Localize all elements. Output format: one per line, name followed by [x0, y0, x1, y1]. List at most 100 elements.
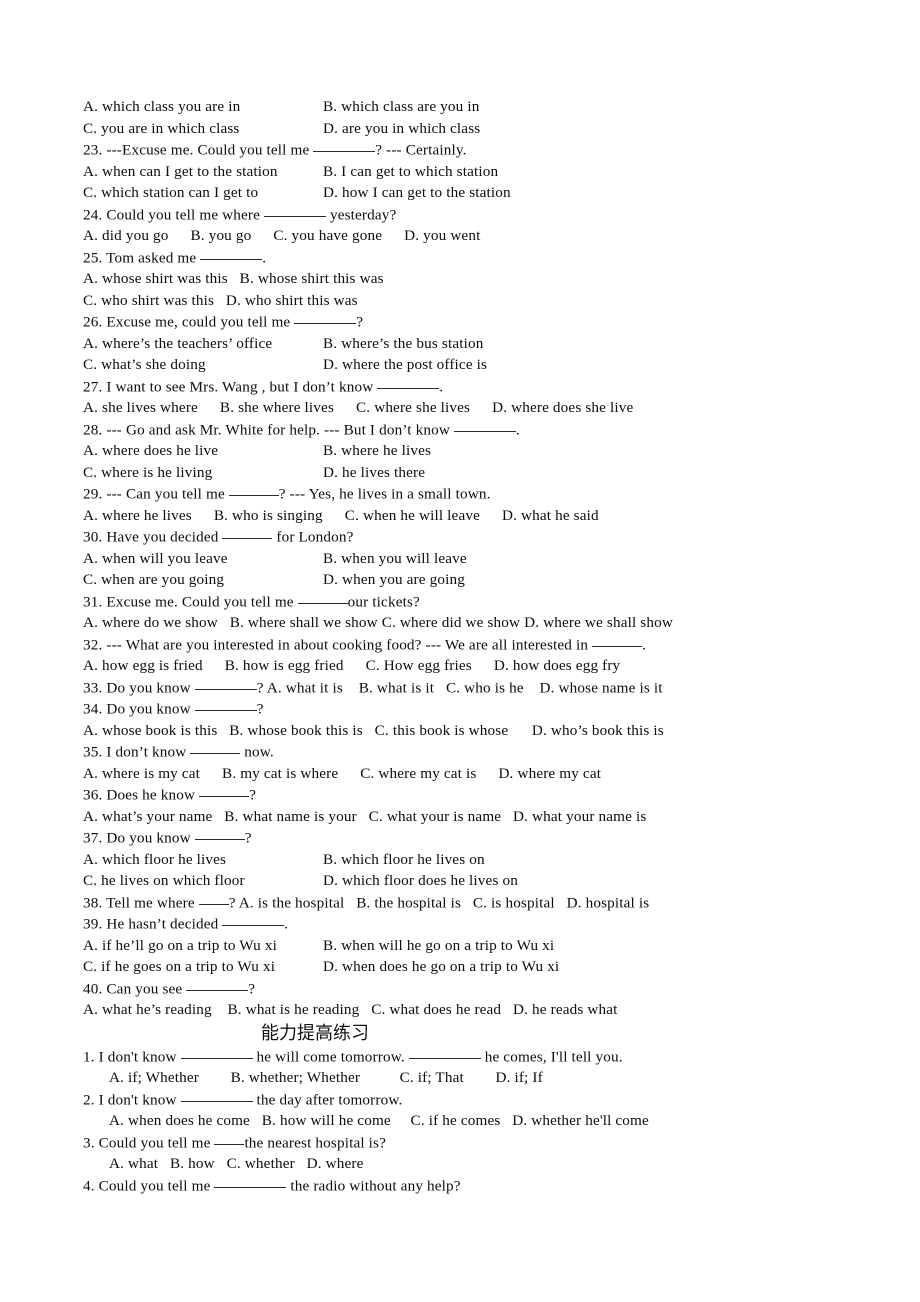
option-row[interactable]: C. who shirt was this D. who shirt this …	[83, 290, 873, 312]
option-row[interactable]: A. what’s your name B. what name is your…	[83, 806, 873, 828]
option-choice[interactable]: D. when does he go on a trip to Wu xi	[323, 958, 559, 975]
fill-in-blank[interactable]	[453, 419, 516, 432]
question-options[interactable]: ? A. what it is B. what is it C. who is …	[257, 679, 663, 696]
option-choice[interactable]: D. what he said	[502, 507, 599, 524]
option-row[interactable]: A. when does he come B. how will he come…	[83, 1110, 873, 1132]
question-line: 36. Does he know ?	[83, 784, 873, 806]
option-choice[interactable]: B. she where lives	[220, 399, 334, 416]
fill-in-blank[interactable]	[186, 978, 249, 991]
option-choice[interactable]: A. when will you leave	[83, 548, 323, 570]
question-text: the nearest hospital is?	[244, 1133, 386, 1151]
fill-in-blank[interactable]	[222, 526, 273, 540]
option-choice[interactable]: C. How egg fries	[366, 657, 472, 674]
fill-in-blank[interactable]	[200, 247, 263, 260]
fill-in-blank[interactable]	[190, 741, 241, 755]
option-choice[interactable]: A. if he’ll go on a trip to Wu xi	[83, 935, 323, 957]
question-line: 28. --- Go and ask Mr. White for help. -…	[83, 419, 873, 441]
option-choice[interactable]: D. how does egg fry	[494, 657, 620, 674]
section-heading: 能力提高练习	[261, 1022, 369, 1044]
option-choice[interactable]: B. which floor he lives on	[323, 851, 485, 868]
question-text: ?	[356, 313, 364, 331]
option-choice[interactable]: D. where the post office is	[323, 356, 487, 373]
option-choice[interactable]: C. if he goes on a trip to Wu xi	[83, 956, 323, 978]
option-row[interactable]: A. what B. how C. whether D. where	[83, 1153, 873, 1175]
question-line: 37. Do you know ?	[83, 827, 873, 849]
option-choice[interactable]: B. when you will leave	[323, 550, 467, 567]
fill-in-blank[interactable]	[214, 1132, 245, 1145]
option-row[interactable]: A. what he’s reading B. what is he readi…	[83, 999, 873, 1021]
option-choice[interactable]: B. I can get to which station	[323, 163, 498, 180]
option-choice[interactable]: C. where she lives	[356, 399, 470, 416]
option-choice[interactable]: A. where’s the teachers’ office	[83, 333, 323, 355]
fill-in-blank[interactable]	[214, 1175, 287, 1188]
option-choice[interactable]: D. how I can get to the station	[323, 184, 511, 201]
question-line: 33. Do you know ? A. what it is B. what …	[83, 677, 873, 699]
fill-in-blank[interactable]	[264, 204, 326, 217]
question-line: 38. Tell me where ? A. is the hospital B…	[83, 892, 873, 914]
option-choice[interactable]: C. when are you going	[83, 569, 323, 591]
question-line: 3. Could you tell me the nearest hospita…	[83, 1132, 873, 1154]
option-choice[interactable]: D. where does she live	[492, 399, 633, 416]
option-choice[interactable]: D. when you are going	[323, 571, 465, 588]
fill-in-blank[interactable]	[222, 913, 285, 927]
option-choice[interactable]: C. where my cat is	[360, 765, 476, 782]
option-choice[interactable]: D. he lives there	[323, 464, 425, 481]
fill-in-blank[interactable]	[194, 698, 257, 712]
option-row: A. did you go B. you go C. you have gone D.…	[83, 225, 873, 247]
option-choice[interactable]: D. where my cat	[498, 765, 601, 782]
option-choice[interactable]: A. did you go	[83, 227, 169, 244]
option-choice[interactable]: B. when will he go on a trip to Wu xi	[323, 937, 554, 954]
option-choice[interactable]: B. which class are you in	[323, 98, 479, 115]
option-choice[interactable]: B. my cat is where	[222, 765, 338, 782]
option-choice[interactable]: A. how egg is fried	[83, 657, 203, 674]
option-choice[interactable]: C. when he will leave	[345, 507, 480, 524]
option-row[interactable]: A. whose book is this B. whose book this…	[83, 720, 873, 742]
fill-in-blank[interactable]	[194, 827, 245, 841]
question-text: ?	[244, 829, 252, 847]
option-choice[interactable]: C. you have gone	[273, 227, 382, 244]
option-choice[interactable]: A. which floor he lives	[83, 849, 323, 871]
question-text: 28. --- Go and ask Mr. White for help. -…	[83, 420, 454, 438]
option-choice[interactable]: C. he lives on which floor	[83, 870, 323, 892]
option-choice[interactable]: C. where is he living	[83, 462, 323, 484]
option-choice[interactable]: C. you are in which class	[83, 118, 323, 140]
option-choice[interactable]: B. where he lives	[323, 442, 431, 459]
option-choice[interactable]: A. where does he live	[83, 440, 323, 462]
option-row[interactable]: A. if; Whether B. whether; Whether C. if…	[83, 1067, 873, 1089]
question-text: 23. ---Excuse me. Could you tell me	[83, 141, 314, 159]
question-options[interactable]: ? A. is the hospital B. the hospital is …	[229, 894, 650, 911]
question-text: 32. --- What are you interested in about…	[83, 635, 593, 653]
fill-in-blank[interactable]	[294, 311, 357, 325]
fill-in-blank[interactable]	[313, 139, 376, 153]
option-choice[interactable]: C. which station can I get to	[83, 182, 323, 204]
fill-in-blank[interactable]	[228, 483, 279, 497]
question-line: 24. Could you tell me where yesterday?	[83, 204, 873, 226]
question-text: ?	[248, 979, 256, 997]
option-choice[interactable]: B. who is singing	[214, 507, 323, 524]
option-choice[interactable]: B. how is egg fried	[225, 657, 344, 674]
option-choice[interactable]: B. you go	[191, 227, 252, 244]
fill-in-blank[interactable]	[297, 591, 348, 604]
option-choice[interactable]: B. where’s the bus station	[323, 335, 483, 352]
fill-in-blank[interactable]	[180, 1046, 253, 1059]
option-choice[interactable]: A. where is my cat	[83, 765, 200, 782]
option-choice[interactable]: C. what’s she doing	[83, 354, 323, 376]
option-choice[interactable]: A. she lives where	[83, 399, 198, 416]
option-choice[interactable]: D. are you in which class	[323, 120, 480, 137]
option-choice[interactable]: D. you went	[404, 227, 480, 244]
option-row[interactable]: A. whose shirt was this B. whose shirt t…	[83, 268, 873, 290]
option-choice[interactable]: D. which floor does he lives on	[323, 872, 518, 889]
question-text: ? --- Certainly.	[375, 141, 467, 159]
fill-in-blank[interactable]	[198, 892, 229, 905]
option-row: C. what’s she doing D. where the post off…	[83, 354, 873, 376]
option-choice[interactable]: A. which class you are in	[83, 96, 323, 118]
option-choice[interactable]: A. when can I get to the station	[83, 161, 323, 183]
fill-in-blank[interactable]	[199, 784, 250, 798]
fill-in-blank[interactable]	[408, 1046, 481, 1059]
option-choice[interactable]: A. where he lives	[83, 507, 192, 524]
fill-in-blank[interactable]	[180, 1089, 253, 1102]
fill-in-blank[interactable]	[592, 634, 643, 647]
fill-in-blank[interactable]	[377, 376, 440, 389]
option-row[interactable]: A. where do we show B. where shall we sh…	[83, 612, 873, 634]
fill-in-blank[interactable]	[194, 677, 257, 690]
